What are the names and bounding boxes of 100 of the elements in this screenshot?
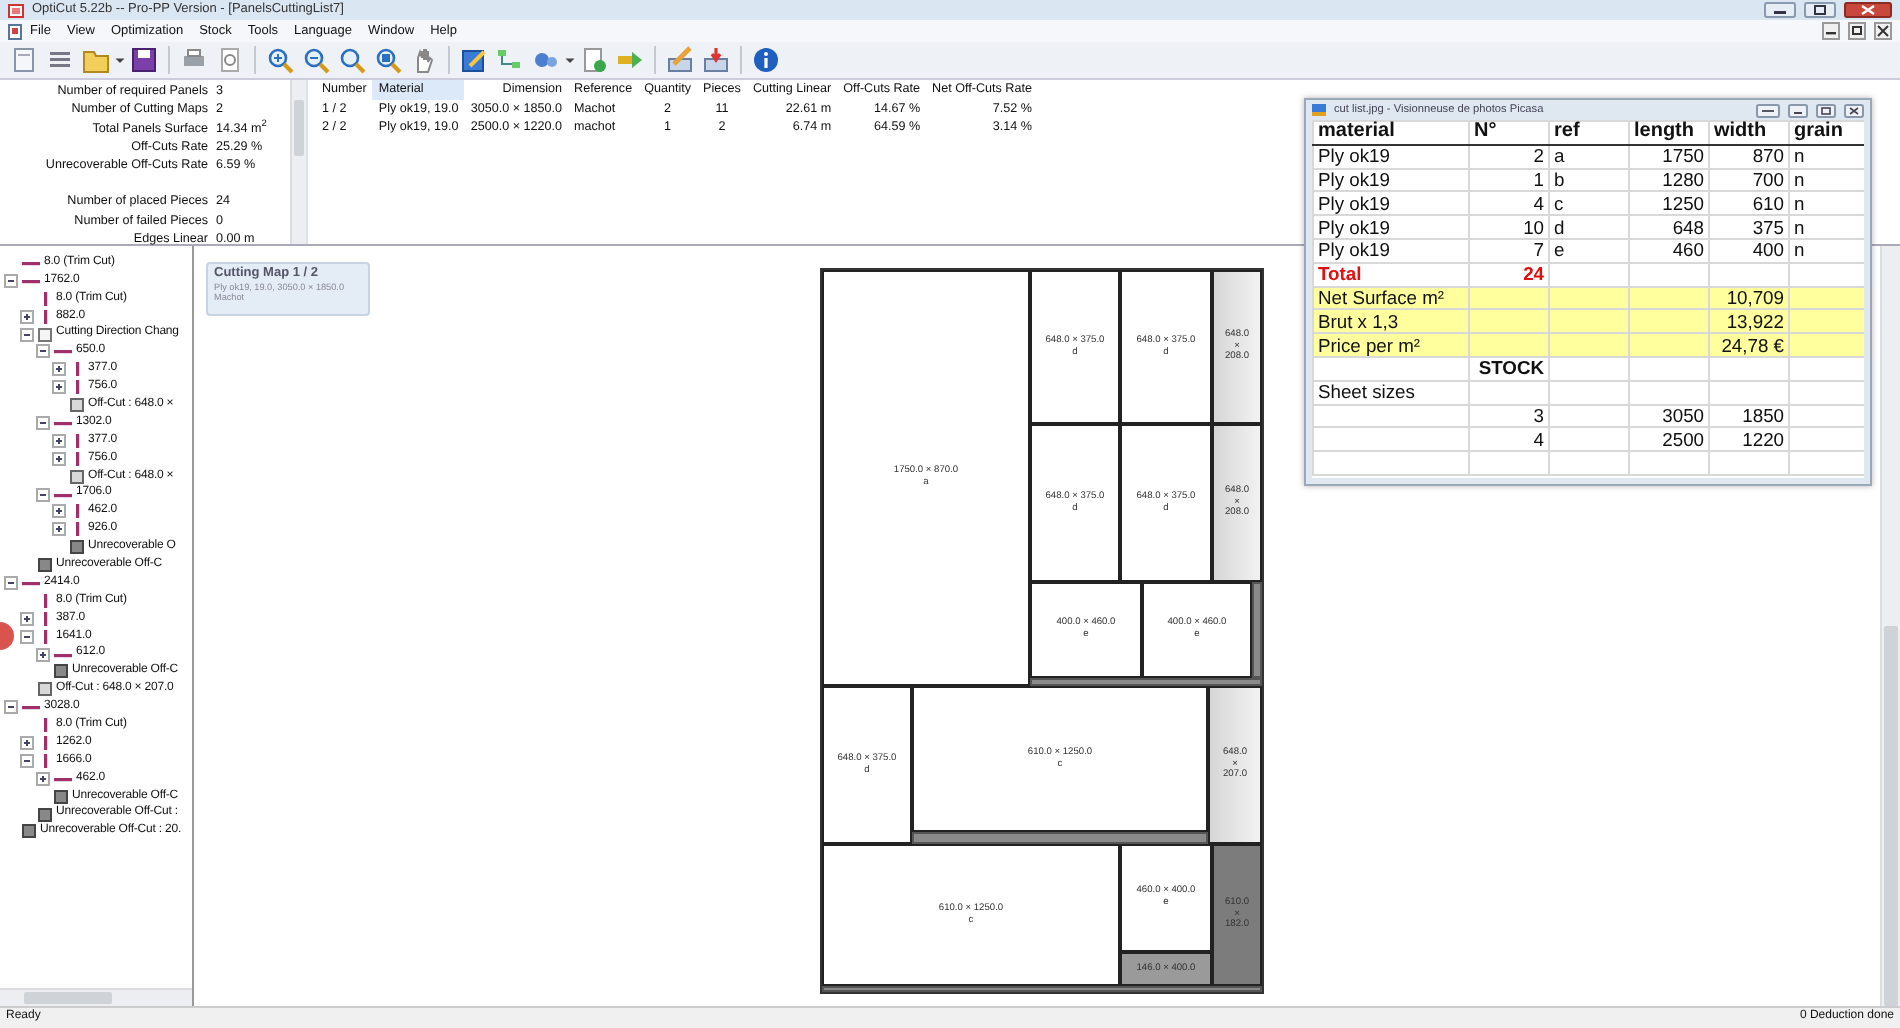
offcut-square-icon (38, 682, 52, 697)
waste-square-icon (54, 789, 68, 804)
table-cell: Price per m² (1313, 333, 1469, 357)
column-header: width (1709, 121, 1789, 145)
column-header: length (1629, 121, 1709, 145)
table-cell: Sheet sizes (1313, 380, 1469, 405)
restore-icon[interactable] (1848, 22, 1866, 40)
table-cell: STOCK (1469, 356, 1549, 381)
close-icon[interactable] (1874, 22, 1892, 40)
table-cell: Ply ok19 (1313, 191, 1469, 216)
pencil-icon[interactable] (666, 46, 694, 74)
new-document-icon[interactable] (10, 46, 38, 74)
minimize-icon[interactable] (1822, 22, 1840, 40)
expand-toggle[interactable] (52, 433, 66, 448)
column-header: ref (1549, 121, 1629, 145)
table-cell: 1 (1469, 168, 1549, 192)
table-cell: 1850 (1709, 404, 1789, 428)
table-cell: 2500 (1629, 427, 1709, 452)
collapse-toggle[interactable] (4, 273, 18, 288)
print-preview-icon[interactable] (216, 46, 244, 74)
minimize-icon[interactable] (1788, 103, 1808, 117)
table-cell: Brut x 1,3 (1313, 309, 1469, 334)
zoom-window-icon[interactable] (374, 46, 402, 74)
collapse-toggle[interactable] (20, 753, 34, 768)
expand-toggle[interactable] (20, 611, 34, 626)
maximize-icon[interactable] (1804, 2, 1836, 18)
table-cell: Ply ok19 (1313, 168, 1469, 192)
offcut-square-icon (70, 398, 84, 413)
offcut-square-icon (70, 469, 84, 484)
table-cell: b (1549, 168, 1629, 192)
expand-toggle[interactable] (52, 380, 66, 395)
table-cell: Net Surface m² (1313, 286, 1469, 310)
expand-toggle[interactable] (36, 647, 50, 662)
expand-toggle[interactable] (52, 451, 66, 466)
scrollbar[interactable] (1880, 246, 1900, 1006)
collapse-toggle[interactable] (36, 415, 50, 430)
table-cell: 3 (1469, 404, 1549, 428)
info-icon[interactable] (752, 46, 780, 74)
table-cell: 10 (1469, 215, 1549, 239)
table-cell: Total (1313, 262, 1469, 287)
table-cell: 648 (1629, 215, 1709, 239)
table-cell: c (1549, 191, 1629, 216)
table-cell: 375 (1709, 215, 1789, 239)
table-cell: 700 (1709, 168, 1789, 192)
waste-square-icon (54, 664, 68, 679)
minimize-icon[interactable] (1764, 2, 1796, 18)
close-icon[interactable] (1844, 2, 1892, 18)
collapse-toggle[interactable] (20, 629, 34, 644)
close-icon[interactable] (1844, 103, 1864, 117)
collapse-toggle[interactable] (36, 487, 50, 502)
zoom-fit-icon[interactable] (338, 46, 366, 74)
maximize-icon[interactable] (1816, 103, 1836, 117)
scrollbar[interactable] (0, 988, 192, 1006)
collapse-toggle[interactable] (4, 700, 18, 715)
square-icon (38, 327, 52, 341)
table-cell: 7 (1469, 238, 1549, 263)
table-cell: 3050 (1629, 404, 1709, 428)
image-icon (1312, 104, 1326, 116)
cursor-marker-icon (0, 622, 16, 650)
table-cell: 1250 (1629, 191, 1709, 216)
waste-square-icon (70, 540, 84, 555)
table-cell: Ply ok19 (1313, 215, 1469, 239)
expand-toggle[interactable] (36, 771, 50, 786)
save-icon[interactable] (130, 46, 158, 74)
edit-icon[interactable] (460, 46, 488, 74)
table-cell: 4 (1469, 191, 1549, 216)
expand-toggle[interactable] (52, 362, 66, 377)
table-cell: 610 (1709, 191, 1789, 216)
horizontal-cut-icon (54, 344, 72, 359)
expand-toggle[interactable] (52, 522, 66, 537)
table-cell: 2 (1469, 144, 1549, 169)
table-cell: 1220 (1709, 427, 1789, 452)
scrollbar[interactable] (290, 80, 306, 244)
table-cell: 870 (1709, 144, 1789, 169)
table-cell: d (1549, 215, 1629, 239)
expand-toggle[interactable] (20, 309, 34, 324)
table-cell: a (1549, 144, 1629, 169)
horizontal-cut-icon (22, 700, 40, 715)
column-header: N° (1469, 121, 1549, 145)
table-cell: Ply ok19 (1313, 238, 1469, 263)
zoom-out-icon[interactable] (302, 46, 330, 74)
table-cell: 24 (1469, 262, 1549, 287)
fullscreen-icon[interactable] (1756, 103, 1780, 117)
column-header: grain (1789, 121, 1864, 145)
collapse-toggle[interactable] (20, 327, 34, 341)
collapse-toggle[interactable] (4, 575, 18, 590)
table-cell: 460 (1629, 238, 1709, 263)
column-header: material (1313, 121, 1469, 145)
collapse-toggle[interactable] (36, 344, 50, 359)
zoom-in-icon[interactable] (266, 46, 294, 74)
table-cell: Ply ok19 (1313, 144, 1469, 169)
table-cell: e (1549, 238, 1629, 263)
diagram-icon[interactable] (496, 46, 524, 74)
expand-toggle[interactable] (52, 504, 66, 519)
export-icon[interactable] (702, 46, 730, 74)
table-cell: 1280 (1629, 168, 1709, 192)
table-cell: 400 (1709, 238, 1789, 263)
table-cell: 1750 (1629, 144, 1709, 169)
waste-square-icon (38, 558, 52, 573)
expand-toggle[interactable] (20, 735, 34, 750)
